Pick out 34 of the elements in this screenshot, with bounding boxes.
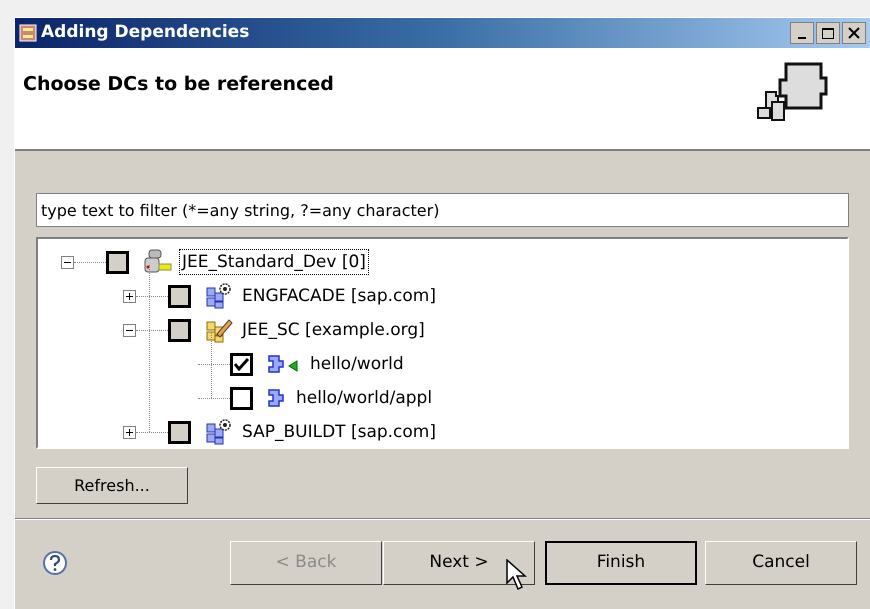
tree-item[interactable]: JEE_Standard_Dev [0] xyxy=(179,249,369,275)
checkbox[interactable] xyxy=(168,420,191,444)
close-icon xyxy=(848,27,860,39)
tree-item[interactable]: hello/world/appl xyxy=(293,385,436,411)
tree-item[interactable]: SAP_BUILDT [sap.com] xyxy=(239,419,439,445)
collapse-icon[interactable] xyxy=(123,324,136,336)
app-icon xyxy=(19,24,37,42)
dialog-button[interactable]: Finish xyxy=(545,541,697,585)
expand-icon[interactable] xyxy=(123,290,136,302)
header-title: Choose DCs to be referenced xyxy=(23,72,334,97)
component-gear-icon xyxy=(205,282,233,310)
refresh-button[interactable]: Refresh... xyxy=(36,467,188,504)
puzzle-icon xyxy=(267,387,287,409)
checkbox[interactable] xyxy=(230,386,253,410)
close-button[interactable] xyxy=(842,22,866,44)
dialog-button[interactable]: Cancel xyxy=(705,541,857,585)
help-icon[interactable] xyxy=(42,550,68,576)
checkbox[interactable] xyxy=(230,352,253,376)
filter-field[interactable]: type text to filter (*=any string, ?=any character) xyxy=(36,193,849,227)
tree-item[interactable]: hello/world xyxy=(307,351,407,377)
check-icon xyxy=(234,358,249,370)
checkbox[interactable] xyxy=(168,284,191,308)
checkbox[interactable] xyxy=(168,318,191,342)
window-title: Adding Dependencies xyxy=(41,21,250,44)
tree-item[interactable]: ENGFACADE [sap.com] xyxy=(239,283,439,309)
tree-item[interactable]: JEE_SC [example.org] xyxy=(239,317,428,343)
minimize-button[interactable] xyxy=(790,22,814,44)
collapse-icon[interactable] xyxy=(61,256,74,268)
maximize-button[interactable] xyxy=(816,22,840,44)
mouse-pointer-icon xyxy=(506,559,528,591)
checkbox[interactable] xyxy=(106,250,129,274)
expand-icon[interactable] xyxy=(123,426,136,438)
dialog-button[interactable]: Next > xyxy=(383,541,535,585)
component-gear-icon xyxy=(205,418,233,446)
